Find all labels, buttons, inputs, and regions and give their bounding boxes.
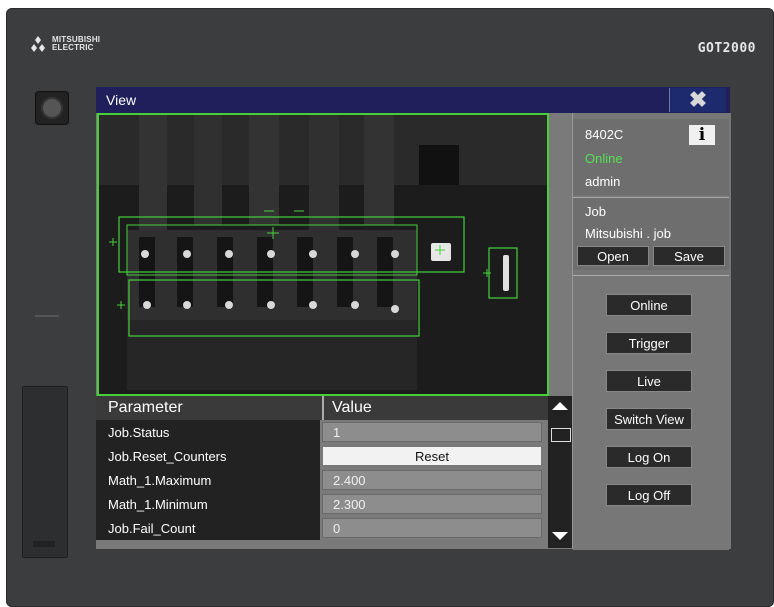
connection-status: Online — [585, 151, 623, 166]
save-button[interactable]: Save — [653, 246, 725, 266]
mitsubishi-diamonds-icon — [31, 36, 45, 52]
card-slot-cover — [22, 386, 68, 558]
header-divider — [322, 396, 324, 420]
row-value-field[interactable]: 0 — [322, 518, 542, 538]
row-name: Math_1.Maximum — [108, 473, 212, 488]
reset-button-label: Reset — [415, 449, 449, 464]
row-value: 1 — [333, 425, 341, 440]
slot-latch — [33, 541, 55, 547]
switch-view-button[interactable]: Switch View — [606, 408, 692, 430]
mitsubishi-logo: MITSUBISHI ELECTRIC — [28, 36, 100, 52]
info-button[interactable]: i — [689, 125, 715, 145]
live-button[interactable]: Live — [606, 370, 692, 392]
row-value-field[interactable]: 2.400 — [322, 470, 542, 490]
row-value-field[interactable]: 2.300 — [322, 494, 542, 514]
info-icon: i — [698, 125, 706, 145]
close-icon: ✖ — [688, 87, 708, 112]
bezel-indicator — [35, 315, 59, 317]
row-name-cell: Math_1.Maximum — [96, 468, 320, 492]
button-face-icon — [41, 97, 63, 119]
action-buttons-section: Online Trigger Live Switch View Log On L… — [573, 275, 729, 550]
table-row: Job.Fail_Count 0 — [96, 516, 548, 540]
table-row: Math_1.Maximum 2.400 — [96, 468, 548, 492]
close-button[interactable]: ✖ — [669, 88, 726, 112]
table-header: Parameter Value — [96, 396, 548, 420]
table-scrollbar[interactable] — [548, 396, 572, 548]
reset-button[interactable]: Reset — [322, 446, 542, 466]
table-row: Math_1.Minimum 2.300 — [96, 492, 548, 516]
header-value: Value — [332, 399, 372, 416]
device-name: 8402C — [585, 127, 624, 142]
scroll-down-icon[interactable] — [552, 532, 568, 540]
right-panel: 8402C i Online admin Job Mitsubishi . jo… — [572, 113, 731, 550]
brand-line2: ELECTRIC — [52, 43, 94, 52]
hardware-button[interactable] — [35, 91, 69, 125]
row-name: Job.Status — [108, 425, 170, 440]
window-titlebar: View ✖ — [96, 87, 730, 113]
scroll-thumb[interactable] — [551, 428, 571, 442]
camera-image — [99, 115, 547, 394]
row-name: Math_1.Minimum — [108, 497, 208, 512]
table-row: Job.Status 1 — [96, 420, 548, 444]
window-title: View — [106, 92, 137, 108]
row-name-cell: Job.Status — [96, 420, 320, 444]
row-value: 2.400 — [333, 473, 366, 488]
model-name: GOT2000 — [697, 41, 756, 56]
job-file-name: Mitsubishi . job — [585, 226, 671, 241]
row-value-field[interactable]: 1 — [322, 422, 542, 442]
online-button[interactable]: Online — [606, 294, 692, 316]
table-row: Job.Reset_Counters Reset — [96, 444, 548, 468]
trigger-button[interactable]: Trigger — [606, 332, 692, 354]
job-section: Job Mitsubishi . job Open Save — [573, 197, 729, 270]
user-name: admin — [585, 174, 621, 189]
hmi-screen: View ✖ Parameter Value Job.Status 1 Job.… — [96, 87, 731, 550]
row-name-cell: Job.Reset_Counters — [96, 444, 320, 468]
row-name: Job.Reset_Counters — [108, 449, 227, 464]
open-button[interactable]: Open — [577, 246, 649, 266]
row-value: 0 — [333, 521, 341, 536]
job-label: Job — [585, 204, 606, 219]
header-parameter: Parameter — [108, 399, 183, 416]
scroll-up-icon[interactable] — [552, 402, 568, 410]
camera-image-view[interactable] — [97, 113, 549, 396]
device-info-section: 8402C i Online admin — [573, 119, 729, 195]
row-name-cell: Job.Fail_Count — [96, 516, 320, 540]
row-name-cell: Math_1.Minimum — [96, 492, 320, 516]
row-value: 2.300 — [333, 497, 366, 512]
log-off-button[interactable]: Log Off — [606, 484, 692, 506]
row-name: Job.Fail_Count — [108, 521, 196, 536]
log-on-button[interactable]: Log On — [606, 446, 692, 468]
